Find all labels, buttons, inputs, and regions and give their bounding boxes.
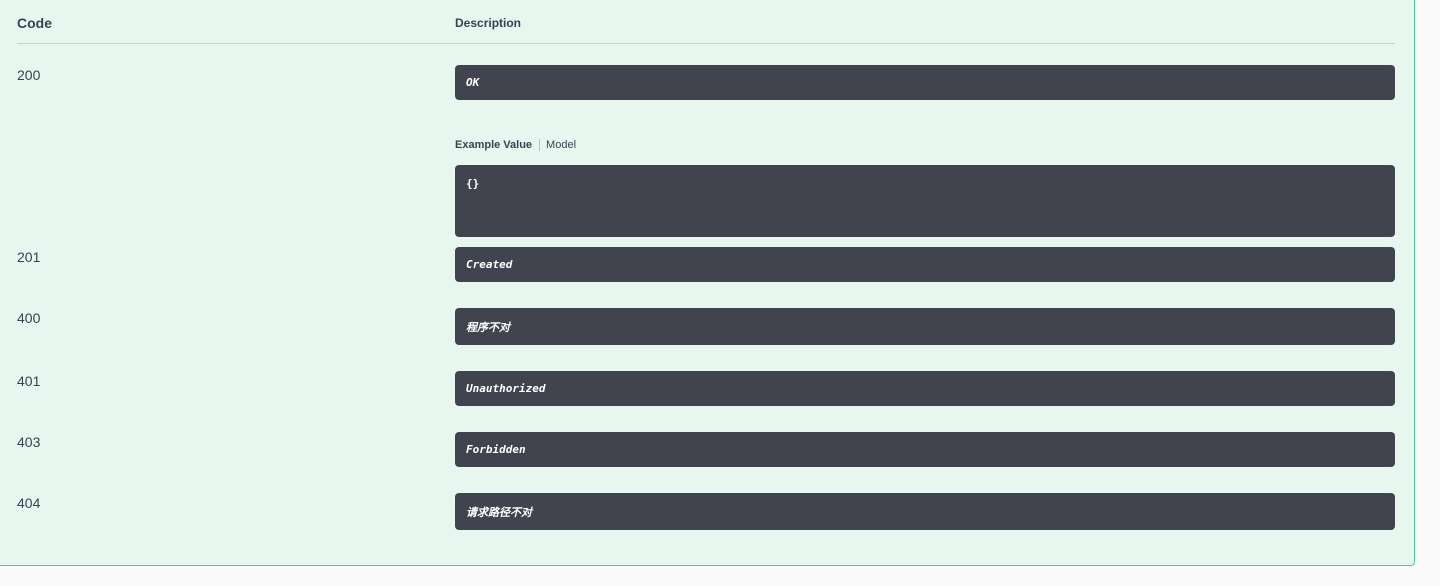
response-code-403: 403 [17,434,41,450]
response-description-400: 程序不对 [455,308,1395,345]
table-header: Code Description [17,0,1395,44]
response-code-401: 401 [17,373,41,389]
response-description-text: Forbidden [466,443,526,456]
column-header-description: Description [455,16,522,30]
response-description-text: Unauthorized [466,382,546,395]
example-tabs: Example Value Model [455,136,576,154]
response-description-text: Created [466,258,513,271]
response-description-text: OK [466,76,480,89]
response-description-201: Created [455,247,1395,282]
response-code-404: 404 [17,495,41,511]
response-code-400: 400 [17,310,41,326]
response-description-200: OK [455,65,1395,100]
responses-panel: Code Description 200 OK Example Value Mo… [0,0,1415,566]
response-description-404: 请求路径不对 [455,493,1395,530]
response-description-401: Unauthorized [455,371,1395,406]
response-code-201: 201 [17,249,41,265]
column-header-code: Code [17,15,52,31]
response-code-200: 200 [17,67,41,83]
response-description-text: 请求路径不对 [466,505,532,519]
example-value-code: {} [455,165,1395,237]
response-description-text: 程序不对 [466,320,510,334]
tab-example-value[interactable]: Example Value [455,139,541,151]
tab-model[interactable]: Model [540,139,576,151]
response-description-403: Forbidden [455,432,1395,467]
